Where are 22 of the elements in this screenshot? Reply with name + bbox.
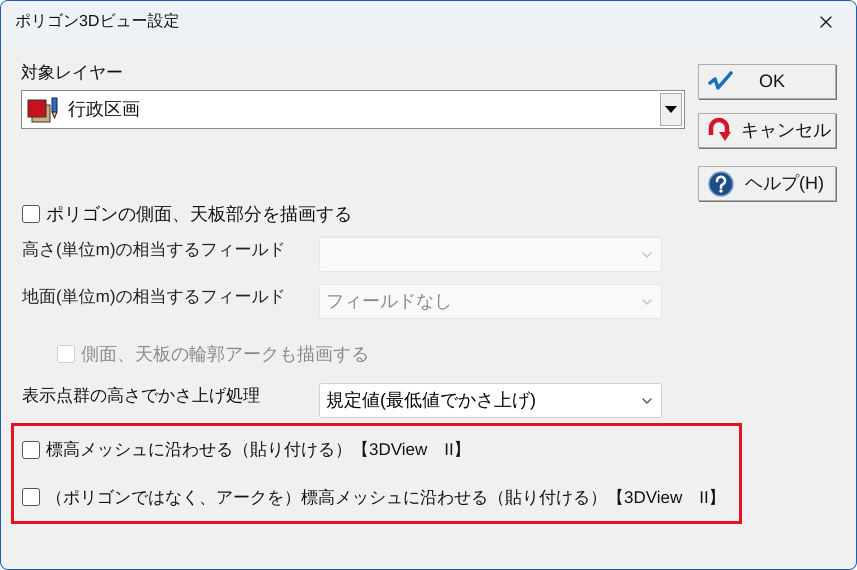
field-label: 対象レイヤー — [21, 62, 124, 84]
field-label: 地面(単位m)の相当するフィールド — [22, 286, 286, 308]
layer-value: 行政区画 — [68, 98, 141, 121]
checkbox-label: 標高メッシュに沿わせる（貼り付ける）【3DView II】 — [46, 439, 471, 461]
checkmark-icon — [708, 70, 734, 92]
checkbox[interactable] — [22, 205, 40, 223]
checkbox[interactable] — [22, 440, 40, 459]
checkbox-label: （ポリゴンではなく、アークを）標高メッシュに沿わせる（貼り付ける）【3DView II】 — [46, 486, 726, 508]
field-label: 高さ(単位m)の相当するフィールド — [22, 239, 286, 261]
window-title: ポリゴン3Dビュー設定 — [15, 12, 180, 32]
caret-icon — [665, 106, 677, 113]
dropdown[interactable]: 規定値(最低値でかさ上げ) — [319, 383, 662, 418]
field-label: 表示点群の高さでかさ上げ処理 — [22, 385, 261, 407]
help-icon — [708, 170, 734, 196]
dialog-button[interactable]: ヘルプ(H) — [698, 166, 836, 201]
layer-dropdown[interactable]: 行政区画 — [21, 90, 685, 129]
checkbox[interactable] — [22, 488, 40, 506]
dropdown-arrow-button[interactable] — [660, 93, 682, 126]
checkbox-label: ポリゴンの側面、天板部分を描画する — [46, 202, 352, 226]
dialog-button[interactable]: キャンセル — [698, 113, 836, 148]
dialog-button[interactable]: OK — [698, 64, 836, 99]
checkbox-label: 側面、天板の輪郭アークも描画する — [81, 342, 369, 366]
